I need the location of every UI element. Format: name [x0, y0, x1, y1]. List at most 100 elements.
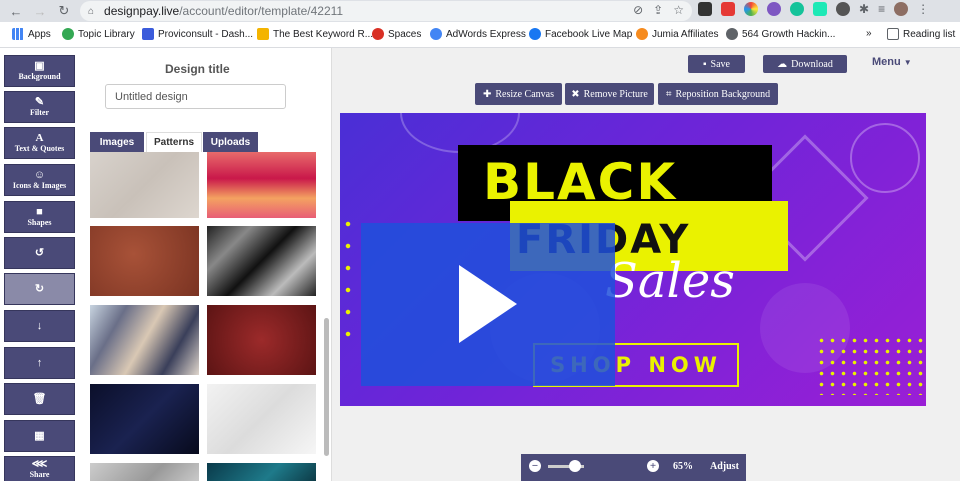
remove-picture-button[interactable]: ✖ Remove Picture	[565, 83, 654, 105]
video-overlay[interactable]	[361, 223, 615, 386]
grid-icon: ▦	[34, 429, 45, 442]
extension-icon[interactable]	[721, 2, 735, 16]
headline-sales[interactable]: Sales	[605, 253, 735, 309]
bookmark-keyword[interactable]: The Best Keyword R...	[257, 28, 373, 40]
pattern-grid	[90, 152, 322, 481]
editor-area: ▪ Save ☁ Download Menu ▼ ✚ Resize Canvas ✖ R…	[332, 48, 960, 481]
apps-grid-icon	[12, 28, 24, 40]
download-button[interactable]: ☁ Download	[763, 55, 847, 73]
bookmark-reading-list[interactable]: Reading list	[887, 28, 955, 40]
bookmark-label: Topic Library	[78, 28, 135, 40]
back-icon[interactable]: ←	[4, 0, 28, 22]
tool-label: Share	[29, 470, 50, 479]
reposition-background-button[interactable]: ⌗ Reposition Background	[658, 83, 778, 105]
tab-uploads[interactable]: Uploads	[203, 132, 258, 152]
tool-label: Shapes	[27, 218, 52, 227]
bookmarks-bar: Apps Topic Library Proviconsult - Dash..…	[0, 22, 960, 48]
tab-images[interactable]: Images	[90, 132, 144, 152]
share-button[interactable]: ⋘ Share	[4, 456, 75, 481]
save-button[interactable]: ▪ Save	[688, 55, 745, 73]
redo-button[interactable]: ↻	[4, 273, 75, 305]
adjust-button[interactable]: Adjust	[710, 461, 739, 472]
bookmark-adwords[interactable]: AdWords Express	[430, 28, 526, 40]
move-icon: ✚	[483, 88, 492, 100]
bookmark-label: 564 Growth Hackin...	[742, 28, 836, 40]
zoom-out-icon[interactable]: −	[529, 460, 541, 472]
menu-label: Menu	[872, 56, 901, 68]
bookmark-label: The Best Keyword R...	[273, 28, 374, 40]
bookmark-label: Apps	[28, 28, 51, 40]
extension-icon[interactable]	[813, 2, 827, 16]
puzzle-icon[interactable]: ✱	[859, 2, 869, 16]
text-tool-button[interactable]: A Text & Quotes	[4, 127, 75, 159]
pattern-thumbnail[interactable]	[90, 226, 199, 296]
cloud-icon[interactable]	[836, 2, 850, 16]
extension-icon[interactable]	[744, 2, 758, 16]
pattern-thumbnail[interactable]	[90, 463, 199, 481]
decor-dots	[816, 335, 926, 395]
shapes-tool-button[interactable]: ■ Shapes	[4, 201, 75, 233]
address-bar[interactable]: ⌂ designpay.live/account/editor/template…	[80, 1, 692, 21]
extension-icon[interactable]	[767, 2, 781, 16]
delete-button[interactable]: 🗑	[4, 383, 75, 415]
bookmark-apps[interactable]: Apps	[12, 28, 51, 40]
design-canvas[interactable]: BLACK FRIDAY Sales SHOP NOW	[340, 113, 926, 406]
panel-scrollbar[interactable]	[324, 318, 329, 456]
eye-off-icon[interactable]: ⊘	[633, 3, 643, 17]
kebab-menu-icon[interactable]: ⋮	[917, 2, 929, 16]
button-label: Download	[791, 58, 833, 70]
bookmarks-more[interactable]: »	[866, 28, 872, 39]
avatar[interactable]	[894, 2, 909, 16]
play-icon[interactable]	[459, 265, 517, 343]
filter-tool-button[interactable]: ✎ Filter	[4, 91, 75, 123]
bookmark-facebook[interactable]: Facebook Live Map	[529, 28, 632, 40]
zoom-in-icon[interactable]: +	[647, 460, 659, 472]
browser-toolbar: ← → ↻ ⌂ designpay.live/account/editor/te…	[0, 0, 960, 22]
undo-button[interactable]: ↺	[4, 237, 75, 269]
bookmark-proviconsult[interactable]: Proviconsult - Dash...	[142, 28, 253, 40]
tab-patterns[interactable]: Patterns	[146, 132, 202, 152]
save-icon: ▪	[703, 58, 707, 70]
share-icon[interactable]: ⇪	[653, 3, 663, 17]
pattern-thumbnail[interactable]	[90, 152, 199, 218]
background-tool-button[interactable]: ▣ Background	[4, 55, 75, 87]
reload-icon[interactable]: ↻	[52, 0, 76, 22]
pattern-thumbnail[interactable]	[207, 384, 316, 454]
icons-tool-button[interactable]: ☺ Icons & Images	[4, 164, 75, 196]
facebook-icon	[529, 28, 541, 40]
bookmark-jumia[interactable]: Jumia Affiliates	[636, 28, 719, 40]
pattern-thumbnail[interactable]	[207, 463, 316, 481]
bookmark-label: Facebook Live Map	[545, 28, 633, 40]
design-title-input[interactable]	[105, 84, 286, 109]
tool-label: Background	[18, 72, 61, 81]
playlist-icon[interactable]: ≡	[878, 2, 885, 16]
pattern-thumbnail[interactable]	[207, 226, 316, 296]
grid-button[interactable]: ▦	[4, 420, 75, 452]
resize-canvas-button[interactable]: ✚ Resize Canvas	[475, 83, 562, 105]
globe-icon	[726, 28, 738, 40]
site-icon	[257, 28, 269, 40]
bring-forward-button[interactable]: ↑	[4, 347, 75, 379]
menu-dropdown[interactable]: Menu ▼	[872, 56, 912, 68]
send-backward-button[interactable]: ↓	[4, 310, 75, 342]
bookmark-label: Spaces	[388, 28, 422, 40]
tool-label: Text & Quotes	[14, 144, 65, 153]
extension-icon[interactable]	[698, 2, 712, 16]
redo-icon: ↻	[34, 282, 45, 295]
pattern-thumbnail[interactable]	[90, 384, 199, 454]
grammarly-icon[interactable]	[790, 2, 804, 16]
pattern-thumbnail[interactable]	[90, 305, 199, 375]
zoom-slider-handle[interactable]	[569, 460, 581, 472]
trash-icon: 🗑	[32, 392, 47, 405]
pattern-thumbnail[interactable]	[207, 152, 316, 218]
pattern-thumbnail[interactable]	[207, 305, 316, 375]
star-icon[interactable]: ☆	[673, 3, 684, 17]
bookmark-topic-library[interactable]: Topic Library	[62, 28, 135, 40]
bookmark-label: Jumia Affiliates	[652, 28, 719, 40]
url-path: /account/editor/template/42211	[179, 4, 344, 18]
bookmark-label: Proviconsult - Dash...	[158, 28, 254, 40]
bookmark-growth[interactable]: 564 Growth Hackin...	[726, 28, 835, 40]
forward-icon[interactable]: →	[28, 0, 52, 22]
bookmark-spaces[interactable]: Spaces	[372, 28, 421, 40]
undo-icon: ↺	[34, 246, 45, 259]
